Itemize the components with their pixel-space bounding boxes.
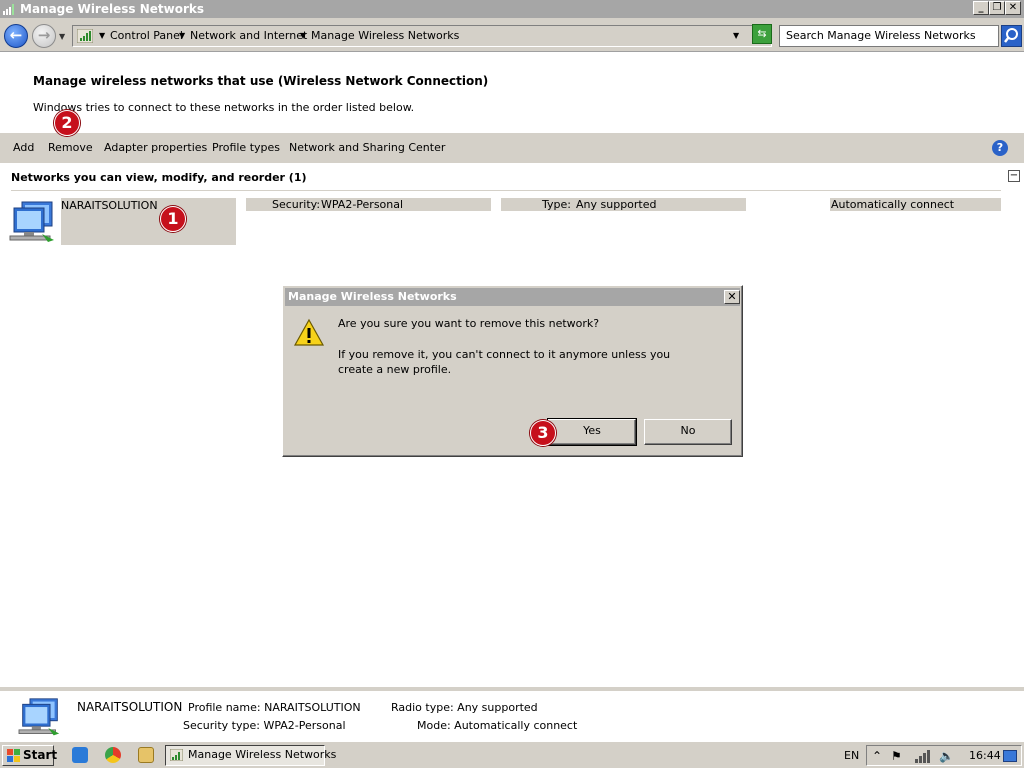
- address-history-chevron-icon[interactable]: ▼: [733, 31, 739, 40]
- windows-logo-icon: [7, 749, 20, 762]
- collapse-group-button[interactable]: −: [1008, 170, 1020, 182]
- details-pane: NARAITSOLUTION Profile name: NARAITSOLUT…: [0, 687, 1024, 741]
- address-toolbar: ← → ▼ ▼ Control Panel ▼ Network and Inte…: [0, 18, 1024, 52]
- address-field[interactable]: ▼ Control Panel ▼ Network and Internet ▼…: [72, 25, 772, 47]
- type-label: Type:: [542, 198, 571, 211]
- yes-button[interactable]: Yes: [547, 418, 637, 446]
- dialog-question: Are you sure you want to remove this net…: [338, 317, 600, 330]
- details-mode: Mode: Automatically connect: [417, 719, 578, 732]
- dialog-close-button[interactable]: ✕: [724, 290, 740, 304]
- file-explorer-icon[interactable]: [138, 747, 154, 763]
- no-button[interactable]: No: [644, 419, 732, 445]
- clock[interactable]: 16:44: [969, 749, 1001, 762]
- internet-explorer-icon[interactable]: [72, 747, 88, 763]
- network-name: NARAITSOLUTION: [61, 199, 158, 212]
- details-radio-type: Radio type: Any supported: [391, 701, 538, 714]
- volume-icon[interactable]: 🔈: [939, 749, 954, 763]
- taskbar: Start Manage Wireless Networks EN ⌃ ⚑ 🔈 …: [0, 741, 1024, 768]
- start-button[interactable]: Start: [2, 745, 58, 766]
- search-button[interactable]: [1001, 25, 1022, 47]
- breadcrumb-control-panel[interactable]: Control Panel: [110, 29, 183, 42]
- recent-pages-chevron-icon[interactable]: ▼: [59, 32, 65, 41]
- warning-icon: [293, 318, 325, 346]
- help-icon[interactable]: ?: [992, 140, 1008, 156]
- add-button[interactable]: Add: [13, 141, 34, 154]
- remove-button[interactable]: Remove: [48, 141, 93, 154]
- type-field: Type: Any supported: [501, 198, 746, 211]
- group-divider: [11, 190, 1001, 191]
- security-value: WPA2-Personal: [321, 198, 404, 211]
- wireless-computer-icon: [18, 698, 60, 736]
- network-profile-item[interactable]: NARAITSOLUTION: [61, 198, 236, 245]
- breadcrumb-chevron-icon[interactable]: ▼: [300, 31, 306, 40]
- wireless-network-icon: [3, 4, 14, 15]
- step-badge-1: 1: [160, 206, 186, 232]
- maximize-button[interactable]: ❐: [989, 1, 1005, 15]
- command-toolbar: Add Remove Adapter properties Profile ty…: [0, 133, 1024, 163]
- breadcrumb-manage-wireless-networks[interactable]: Manage Wireless Networks: [311, 29, 459, 42]
- start-label: Start: [23, 748, 58, 762]
- taskbar-item-label: Manage Wireless Networks: [188, 748, 337, 761]
- network-status-icon[interactable]: [915, 750, 931, 763]
- show-desktop-icon[interactable]: [1003, 750, 1017, 762]
- connect-mode-value: Automatically connect: [831, 198, 955, 211]
- network-and-sharing-center-button[interactable]: Network and Sharing Center: [289, 141, 445, 154]
- wireless-computer-icon: [9, 201, 54, 242]
- minimize-button[interactable]: _: [973, 1, 989, 15]
- dialog-titlebar: Manage Wireless Networks ✕: [285, 288, 740, 306]
- wireless-network-icon: [170, 749, 183, 761]
- profile-types-button[interactable]: Profile types: [212, 141, 280, 154]
- search-icon: [1004, 28, 1018, 43]
- confirm-remove-dialog: Manage Wireless Networks ✕ Are you sure …: [282, 285, 743, 457]
- details-security-type: Security type: WPA2-Personal: [183, 719, 346, 732]
- breadcrumb-chevron-icon[interactable]: ▼: [99, 31, 105, 40]
- details-network-name: NARAITSOLUTION: [77, 700, 183, 714]
- taskbar-item-manage-wireless-networks[interactable]: Manage Wireless Networks: [165, 745, 336, 766]
- search-input[interactable]: Search Manage Wireless Networks: [779, 25, 999, 47]
- adapter-properties-button[interactable]: Adapter properties: [104, 141, 207, 154]
- dialog-title: Manage Wireless Networks: [288, 290, 457, 303]
- back-button[interactable]: ←: [4, 24, 28, 48]
- breadcrumb-network-and-internet[interactable]: Network and Internet: [190, 29, 307, 42]
- chrome-icon[interactable]: [105, 747, 121, 763]
- page-description: Windows tries to connect to these networ…: [33, 101, 415, 114]
- refresh-button[interactable]: ⇆: [752, 24, 772, 44]
- dialog-message: If you remove it, you can't connect to i…: [338, 348, 671, 376]
- window-title: Manage Wireless Networks: [20, 2, 204, 16]
- action-center-flag-icon[interactable]: ⚑: [891, 749, 902, 763]
- page-title: Manage wireless networks that use (Wirel…: [33, 74, 489, 88]
- system-tray: ⌃ ⚑ 🔈 16:44: [866, 745, 1022, 766]
- close-button[interactable]: ✕: [1005, 1, 1021, 15]
- type-value: Any supported: [576, 198, 657, 211]
- step-badge-2: 2: [54, 110, 80, 136]
- window-titlebar: Manage Wireless Networks _ ❐ ✕: [0, 0, 1024, 18]
- details-profile-name: Profile name: NARAITSOLUTION: [188, 701, 361, 714]
- security-field: Security: WPA2-Personal: [246, 198, 491, 211]
- language-indicator[interactable]: EN: [844, 749, 859, 762]
- security-label: Security:: [272, 198, 321, 211]
- step-badge-3: 3: [530, 420, 556, 446]
- show-hidden-icons-icon[interactable]: ⌃: [872, 749, 882, 763]
- connect-mode-field: Automatically connect: [830, 198, 1001, 211]
- group-header: Networks you can view, modify, and reord…: [11, 171, 307, 184]
- forward-button[interactable]: →: [32, 24, 56, 48]
- network-folder-icon: [77, 29, 93, 43]
- breadcrumb-chevron-icon[interactable]: ▼: [179, 31, 185, 40]
